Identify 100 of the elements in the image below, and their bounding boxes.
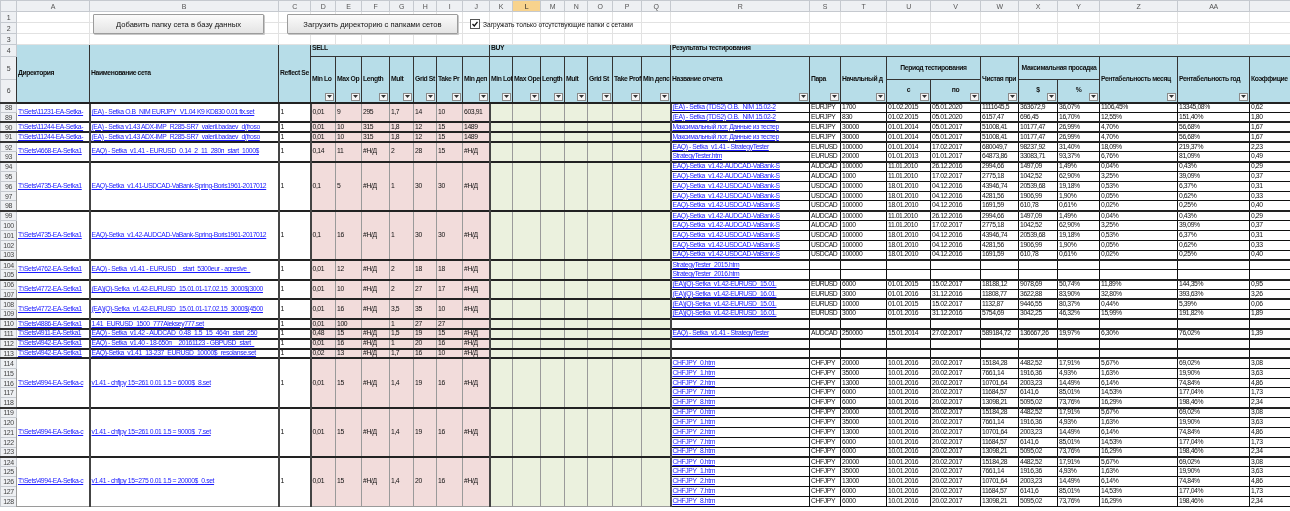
table-cell	[587, 279, 613, 300]
table-cell	[564, 338, 588, 349]
table-cell	[587, 299, 613, 320]
filter-dropdown-button[interactable]	[530, 92, 539, 101]
table-cell	[564, 132, 588, 142]
table-cell	[612, 456, 642, 507]
caret-icon	[428, 95, 433, 98]
caret-icon	[532, 95, 537, 98]
filter-dropdown-button[interactable]	[876, 92, 885, 101]
table-cell	[564, 210, 588, 260]
table-cell	[512, 260, 541, 280]
table-cell	[512, 456, 541, 507]
filter-dropdown-button[interactable]	[1047, 92, 1056, 101]
caret-icon	[662, 95, 667, 98]
table-cell	[512, 279, 541, 300]
table-cell	[564, 456, 588, 507]
table-cell	[489, 102, 513, 123]
table-cell	[512, 141, 541, 162]
check-icon	[472, 21, 478, 27]
caret-icon	[1241, 95, 1246, 98]
table-cell	[489, 338, 513, 349]
table-cell	[489, 279, 513, 300]
filter-dropdown-button[interactable]	[426, 92, 435, 101]
caret-icon	[604, 95, 609, 98]
table-cell	[540, 358, 565, 408]
table-cell	[612, 141, 642, 162]
table-cell	[564, 122, 588, 133]
table-cell	[612, 279, 642, 300]
table-cell	[361, 319, 390, 329]
table-cell	[612, 299, 642, 320]
filter-dropdown-button[interactable]	[351, 92, 360, 101]
table-cell	[564, 279, 588, 300]
table-cell	[612, 161, 642, 211]
caret-icon	[832, 95, 837, 98]
filter-dropdown-button[interactable]	[660, 92, 669, 101]
caret-icon	[504, 95, 509, 98]
filter-dropdown-button[interactable]	[479, 92, 488, 101]
filter-dropdown-button[interactable]	[1167, 92, 1176, 101]
table-cell	[512, 122, 541, 133]
caret-icon	[972, 95, 977, 98]
table-cell	[512, 407, 541, 457]
table-cell	[587, 348, 613, 359]
table-cell	[540, 141, 565, 162]
table-cell	[512, 132, 541, 142]
table-cell	[489, 348, 513, 359]
caret-icon	[1169, 95, 1174, 98]
filter-dropdown-button[interactable]	[1239, 92, 1248, 101]
caret-icon	[381, 95, 386, 98]
table-cell	[489, 358, 513, 408]
table-cell	[489, 299, 513, 320]
filter-dropdown-button[interactable]	[554, 92, 563, 101]
checkbox[interactable]	[470, 19, 480, 29]
table-cell	[540, 407, 565, 457]
table-cell	[564, 102, 588, 123]
table-cell	[587, 161, 613, 211]
table-cell	[489, 407, 513, 457]
filter-dropdown-button[interactable]	[1089, 92, 1098, 101]
table-cell	[489, 456, 513, 507]
table-cell	[587, 319, 613, 329]
caret-icon	[579, 95, 584, 98]
filter-dropdown-button[interactable]	[602, 92, 611, 101]
table-cell	[512, 210, 541, 260]
table-cell	[564, 319, 588, 329]
filter-dropdown-button[interactable]	[799, 92, 808, 101]
table-cell	[512, 348, 541, 359]
table-cell	[612, 260, 642, 280]
table-cell	[540, 122, 565, 133]
table-cell	[489, 122, 513, 133]
table-cell	[512, 161, 541, 211]
table-cell	[612, 132, 642, 142]
caret-icon	[1091, 95, 1096, 98]
table-cell	[564, 407, 588, 457]
table-cell	[587, 260, 613, 280]
table-cell	[564, 161, 588, 211]
table-cell	[587, 338, 613, 349]
filter-dropdown-button[interactable]	[1008, 92, 1017, 101]
table-cell	[612, 328, 642, 339]
table-cell	[587, 456, 613, 507]
table-cell	[512, 358, 541, 408]
table-cell	[564, 328, 588, 339]
filter-dropdown-button[interactable]	[920, 92, 929, 101]
filter-dropdown-button[interactable]	[325, 92, 334, 101]
table-cell	[540, 328, 565, 339]
table-cell	[612, 338, 642, 349]
filter-dropdown-button[interactable]	[379, 92, 388, 101]
table-cell	[540, 132, 565, 142]
filter-dropdown-button[interactable]	[502, 92, 511, 101]
table-cell	[540, 299, 565, 320]
caret-icon	[1010, 95, 1015, 98]
table-cell	[564, 260, 588, 280]
table-cell	[587, 210, 613, 260]
filter-dropdown-button[interactable]	[452, 92, 461, 101]
filter-dropdown-button[interactable]	[970, 92, 979, 101]
table-cell	[587, 102, 613, 123]
filter-dropdown-button[interactable]	[403, 92, 412, 101]
table-cell	[540, 456, 565, 507]
filter-dropdown-button[interactable]	[577, 92, 586, 101]
table-cell	[489, 260, 513, 280]
filter-dropdown-button[interactable]	[830, 92, 839, 101]
filter-dropdown-button[interactable]	[631, 92, 640, 101]
